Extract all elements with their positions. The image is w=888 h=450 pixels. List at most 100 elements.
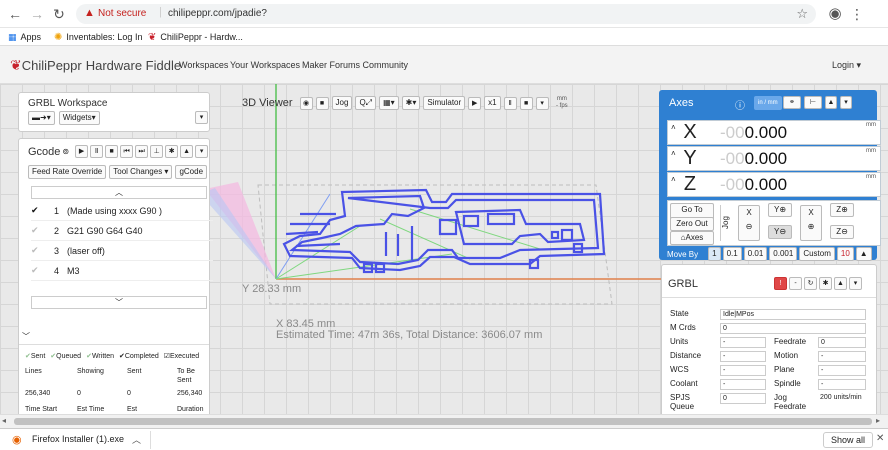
zoom-fit-icon[interactable]: Q⤢ [355, 96, 377, 110]
scroll-right-icon[interactable]: ▸ [876, 416, 880, 425]
scroll-up-button[interactable]: ︿ [31, 186, 207, 199]
download-chevron-icon[interactable]: ︿ [132, 433, 141, 446]
bookmark-apps[interactable]: ▦ Apps [8, 31, 41, 43]
grbl-settings-icon[interactable]: ✱ [819, 277, 832, 290]
feed-rate-override-button[interactable]: Feed Rate Override [28, 165, 107, 179]
star-icon[interactable]: ☆ [796, 6, 808, 22]
gcode-up-icon[interactable]: ▲ [180, 145, 194, 158]
gcode-info-icon[interactable]: ⊚ [62, 147, 69, 156]
move-by-option[interactable]: 0.1 [722, 247, 742, 261]
axes-info-icon[interactable]: ⓘ [735, 97, 745, 112]
scroll-left-icon[interactable]: ◂ [2, 416, 6, 425]
axis-x-value: -000.000 [720, 123, 788, 142]
axis-z-row[interactable]: ˄ Z -000.000 mm [667, 172, 881, 197]
gcode-line[interactable]: ✔ 1 (Made using xxxx G90 ) [31, 201, 213, 221]
gcode-button[interactable]: gCode [175, 165, 208, 179]
zero-out-button[interactable]: Zero Out [670, 217, 714, 231]
grid-menu-icon[interactable]: ▦▾ [379, 96, 399, 110]
gcode-first-icon[interactable]: ⏮ [120, 145, 134, 158]
axes-home-button[interactable]: ⌂Axes [670, 231, 714, 245]
viewer-jog-button[interactable]: Jog [331, 96, 353, 110]
gcode-panel: Gcode ⊚ ▶ Ⅱ ■ ⏮ ⏭ ⊥ ✱ ▲ ▾ Feed Rate Over… [18, 138, 213, 414]
workspace-collapse-icon[interactable]: ▾ [195, 111, 208, 124]
grbl-refresh-icon[interactable]: ↻ [804, 277, 817, 290]
grbl-alert-icon[interactable]: ! [774, 277, 787, 290]
scrollbar-thumb[interactable] [14, 418, 872, 425]
axes-menu-icon[interactable]: ▾ [840, 96, 852, 109]
reload-icon[interactable]: ↻ [50, 5, 68, 23]
jog-z-plus[interactable]: Z⊕ [830, 203, 854, 217]
simulator-button[interactable]: Simulator [423, 96, 466, 110]
nav-workspaces[interactable]: Workspaces [179, 60, 228, 70]
jog-y-minus[interactable]: Y⊖ [768, 225, 792, 239]
tool-changes-dropdown[interactable]: Tool Changes ▾ [109, 165, 173, 179]
profile-icon[interactable]: ◉ [826, 5, 844, 23]
widgets-dropdown[interactable]: Widgets▾ [58, 111, 100, 125]
gcode-line[interactable]: ✔ 2 G21 G90 G64 G40 [31, 221, 213, 241]
gcode-settings-icon[interactable]: ✱ [165, 145, 179, 158]
sim-stop-icon[interactable]: ■ [519, 96, 533, 110]
axes-up-icon[interactable]: ▲ [825, 96, 837, 109]
sim-play-icon[interactable]: ▶ [468, 96, 482, 110]
gcode-step-icon[interactable]: ⊥ [150, 145, 164, 158]
stat-sent: 0 [127, 390, 131, 397]
gcode-pause-icon[interactable]: Ⅱ [90, 145, 104, 158]
axes-link-icon[interactable]: ⚭ [783, 96, 801, 109]
sim-menu-icon[interactable]: ▾ [535, 96, 549, 110]
brand-logo[interactable]: ❦ ChiliPeppr Hardware Fiddle [10, 57, 181, 74]
move-by-option[interactable]: 0.01 [743, 247, 768, 261]
gcode-line[interactable]: ✔ 3 (laser off) [31, 241, 213, 261]
workspace-menu-icon[interactable]: ▬➜▾ [28, 111, 55, 125]
check-icon: ✔ [31, 245, 39, 255]
eye-icon[interactable]: ◉ [299, 96, 313, 110]
gcode-line[interactable]: ✔ 4 M3 [31, 261, 213, 281]
menu-dots-icon[interactable]: ⋮ [848, 5, 866, 23]
move-by-up-icon[interactable]: ▲ [855, 247, 872, 261]
viewer-title: 3D Viewer [242, 97, 293, 109]
camera-icon[interactable]: ■ [315, 96, 329, 110]
address-bar[interactable]: ▲ Not secure | chilipeppr.com/jpadie? ☆ [76, 4, 816, 24]
workspace-title: GRBL Workspace [28, 98, 108, 109]
sim-speed-button[interactable]: x1 [484, 96, 501, 110]
move-by-option[interactable]: 0.001 [769, 247, 798, 261]
nav-your-workspaces[interactable]: Your Workspaces [230, 60, 300, 70]
axis-x-row[interactable]: ˄ X -000.000 mm [667, 120, 881, 145]
minus-circle-icon: ⊖ [745, 222, 753, 231]
jog-z-minus[interactable]: Z⊖ [830, 225, 854, 239]
close-icon[interactable]: ✕ [876, 433, 884, 444]
jog-x-plus[interactable]: X ⊕ [800, 205, 822, 241]
grbl-menu-icon[interactable]: ▾ [849, 277, 862, 290]
panel-collapse-icon[interactable]: ﹀ [22, 331, 30, 342]
download-filename[interactable]: Firefox Installer (1).exe [32, 434, 124, 444]
gcode-toolbar: Gcode ⊚ ▶ Ⅱ ■ ⏮ ⏭ ⊥ ✱ ▲ ▾ [28, 145, 209, 158]
jog-y-plus[interactable]: Y⊕ [768, 203, 792, 217]
nav-maker-forums[interactable]: Maker Forums Community [302, 60, 408, 70]
workspace-canvas[interactable]: 3D Viewer ◉ ■ Jog Q⤢ ▦▾ ✱▾ Simulator ▶ x… [0, 84, 888, 414]
horizontal-scrollbar[interactable]: ◂ ▸ [0, 414, 888, 428]
show-all-button[interactable]: Show all [823, 432, 874, 448]
grbl-minus-icon[interactable]: - [789, 277, 802, 290]
forward-icon[interactable]: → [28, 5, 46, 23]
gcode-stop-icon[interactable]: ■ [105, 145, 119, 158]
toolpath [282, 188, 606, 274]
move-by-option[interactable]: 1 [708, 247, 721, 261]
login-link[interactable]: Login ▾ [832, 60, 861, 71]
bookmark-chilipeppr[interactable]: ❦ ChiliPeppr - Hardw... [148, 31, 243, 43]
move-by-custom-value[interactable]: 10 [836, 247, 854, 261]
axes-wrench-icon[interactable]: ⊢ [804, 96, 822, 109]
viewer-settings-icon[interactable]: ✱▾ [401, 96, 421, 110]
unit-toggle[interactable]: in / mm [754, 96, 782, 110]
gcode-play-icon[interactable]: ▶ [75, 145, 89, 158]
sim-pause-icon[interactable]: Ⅱ [503, 96, 517, 110]
gcode-menu-icon[interactable]: ▾ [195, 145, 209, 158]
jog-x-minus[interactable]: X ⊖ [738, 205, 760, 241]
axis-y-row[interactable]: ˄ Y -000.000 mm [667, 146, 881, 171]
gcode-title: Gcode [28, 145, 61, 158]
gcode-last-icon[interactable]: ⏭ [135, 145, 149, 158]
grbl-up-icon[interactable]: ▲ [834, 277, 847, 290]
app-header: ❦ ChiliPeppr Hardware Fiddle Workspaces … [0, 46, 888, 84]
move-by-custom[interactable]: Custom [799, 247, 835, 261]
bookmark-inventables[interactable]: ✺ Inventables: Log In [54, 31, 142, 43]
scroll-down-button[interactable]: ﹀ [31, 296, 207, 309]
back-icon[interactable]: ← [6, 5, 24, 23]
